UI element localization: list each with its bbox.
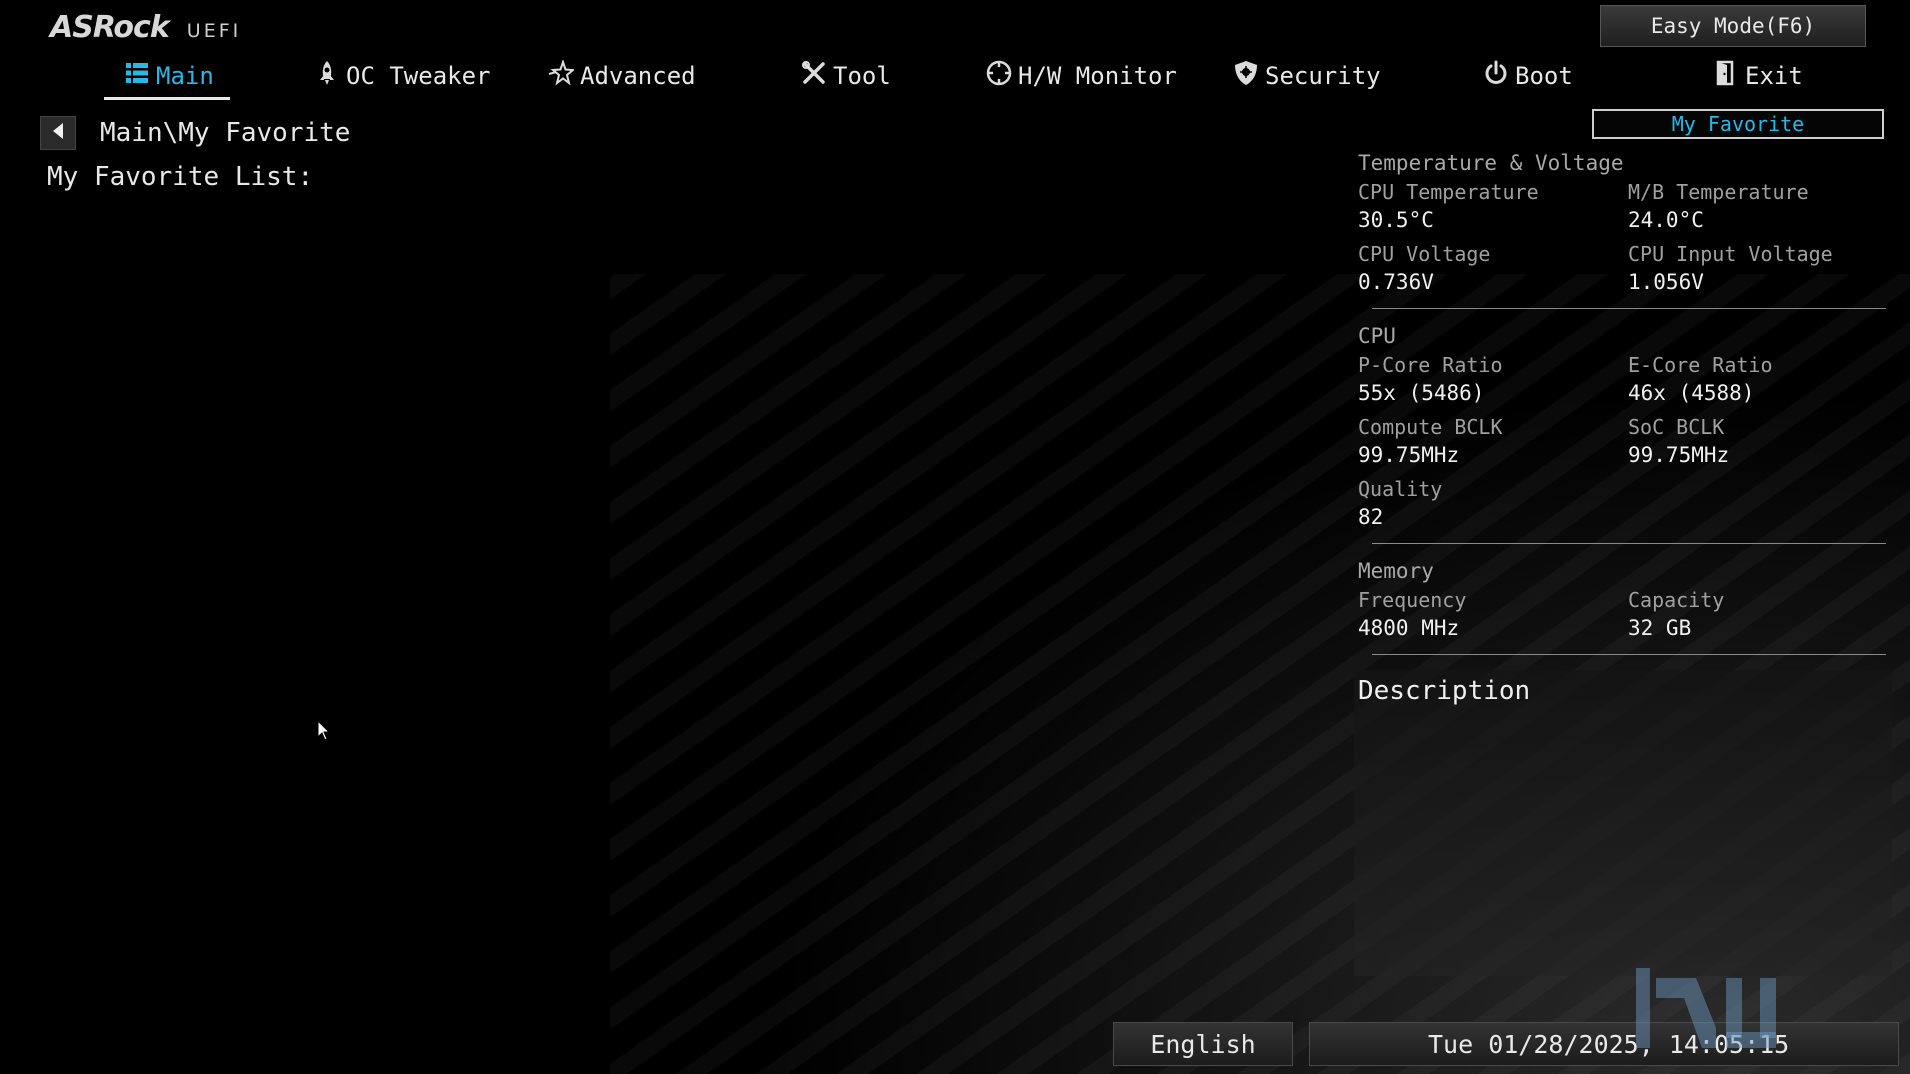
- info-label: Compute BCLK: [1358, 415, 1503, 439]
- list-icon: [124, 60, 150, 92]
- uefi-label: UEFI: [186, 20, 242, 42]
- info-item: M/B Temperature 24.0°C: [1628, 178, 1886, 240]
- asrock-uefi-logo: ASRock UEFI: [50, 10, 241, 50]
- rocket-icon: [314, 60, 340, 92]
- temp-voltage-title: Temperature & Voltage: [1358, 151, 1624, 175]
- info-label: E-Core Ratio: [1628, 353, 1773, 377]
- tab-oc-tweaker-label: OC Tweaker: [346, 62, 491, 90]
- shield-icon: [1233, 60, 1259, 92]
- power-icon: [1483, 60, 1509, 92]
- mouse-cursor: [317, 719, 331, 742]
- breadcrumb: Main\My Favorite: [100, 118, 351, 148]
- info-item: Frequency 4800 MHz: [1358, 586, 1628, 648]
- memory-title: Memory: [1358, 559, 1434, 583]
- cpu-title: CPU: [1358, 324, 1396, 348]
- tab-boot-label: Boot: [1515, 62, 1573, 90]
- info-item: Compute BCLK 99.75MHz: [1358, 413, 1628, 475]
- back-button[interactable]: [40, 116, 76, 150]
- system-info-panel: Temperature & Voltage CPU Temperature 30…: [1358, 148, 1886, 667]
- tab-tool[interactable]: Tool: [801, 56, 891, 96]
- info-value: 55x (5486): [1358, 381, 1485, 405]
- monitor-gauge-icon: [986, 60, 1012, 92]
- tab-advanced-label: Advanced: [580, 62, 696, 90]
- info-label: Frequency: [1358, 588, 1467, 612]
- info-label: P-Core Ratio: [1358, 353, 1503, 377]
- memory-grid: Frequency 4800 MHz Capacity 32 GB: [1358, 586, 1886, 648]
- temp-voltage-grid: CPU Temperature 30.5°C M/B Temperature 2…: [1358, 178, 1886, 302]
- description-panel: Description: [1354, 670, 1892, 976]
- info-label: CPU Voltage: [1358, 242, 1491, 266]
- exit-door-icon: [1713, 60, 1739, 92]
- info-item: E-Core Ratio 46x (4588): [1628, 351, 1886, 413]
- info-label: Quality: [1358, 477, 1443, 501]
- info-value: 99.75MHz: [1358, 443, 1460, 467]
- back-arrow-icon: [51, 122, 65, 144]
- info-label: CPU Temperature: [1358, 180, 1539, 204]
- favorite-list-label: My Favorite List:: [47, 162, 314, 192]
- tab-exit-label: Exit: [1745, 62, 1803, 90]
- info-value: 46x (4588): [1628, 381, 1755, 405]
- info-label: Capacity: [1628, 588, 1725, 612]
- cpu-grid: P-Core Ratio 55x (5486) E-Core Ratio 46x…: [1358, 351, 1886, 537]
- divider: [1372, 308, 1886, 309]
- divider: [1372, 654, 1886, 655]
- tools-icon: [801, 60, 827, 92]
- info-value: 0.736V: [1358, 270, 1434, 294]
- divider: [1372, 543, 1886, 544]
- info-item: CPU Temperature 30.5°C: [1358, 178, 1628, 240]
- info-item: CPU Voltage 0.736V: [1358, 240, 1628, 302]
- description-title: Description: [1358, 676, 1531, 706]
- star-icon: [548, 58, 576, 92]
- info-item: P-Core Ratio 55x (5486): [1358, 351, 1628, 413]
- tab-main[interactable]: Main: [104, 56, 230, 100]
- language-button[interactable]: English: [1113, 1022, 1293, 1066]
- info-value: 4800 MHz: [1358, 616, 1460, 640]
- info-item: SoC BCLK 99.75MHz: [1628, 413, 1886, 475]
- info-value: 1.056V: [1628, 270, 1704, 294]
- info-value: 82: [1358, 505, 1384, 529]
- easy-mode-button[interactable]: Easy Mode(F6): [1600, 5, 1866, 47]
- tab-hw-monitor-label: H/W Monitor: [1018, 62, 1177, 90]
- info-label: M/B Temperature: [1628, 180, 1809, 204]
- date-time-display: Tue 01/28/2025, 14:05:15: [1309, 1022, 1899, 1066]
- info-value: 30.5°C: [1358, 208, 1434, 232]
- info-value: 32 GB: [1628, 616, 1692, 640]
- info-value: 99.75MHz: [1628, 443, 1730, 467]
- info-item: Quality 82: [1358, 475, 1628, 537]
- info-item: CPU Input Voltage 1.056V: [1628, 240, 1886, 302]
- info-item: Capacity 32 GB: [1628, 586, 1886, 648]
- tab-boot[interactable]: Boot: [1483, 56, 1573, 96]
- info-value: 24.0°C: [1628, 208, 1704, 232]
- tab-oc-tweaker[interactable]: OC Tweaker: [314, 56, 491, 96]
- tab-main-label: Main: [156, 62, 214, 90]
- tab-security-label: Security: [1265, 62, 1381, 90]
- tab-security[interactable]: Security: [1233, 56, 1381, 96]
- tab-hw-monitor[interactable]: H/W Monitor: [986, 56, 1177, 96]
- tab-advanced[interactable]: Advanced: [548, 56, 696, 96]
- info-label: SoC BCLK: [1628, 415, 1725, 439]
- brand-logo: ASRock: [50, 10, 170, 45]
- info-label: CPU Input Voltage: [1628, 242, 1833, 266]
- my-favorite-button[interactable]: My Favorite: [1592, 109, 1884, 139]
- tab-exit[interactable]: Exit: [1713, 56, 1803, 96]
- tab-tool-label: Tool: [833, 62, 891, 90]
